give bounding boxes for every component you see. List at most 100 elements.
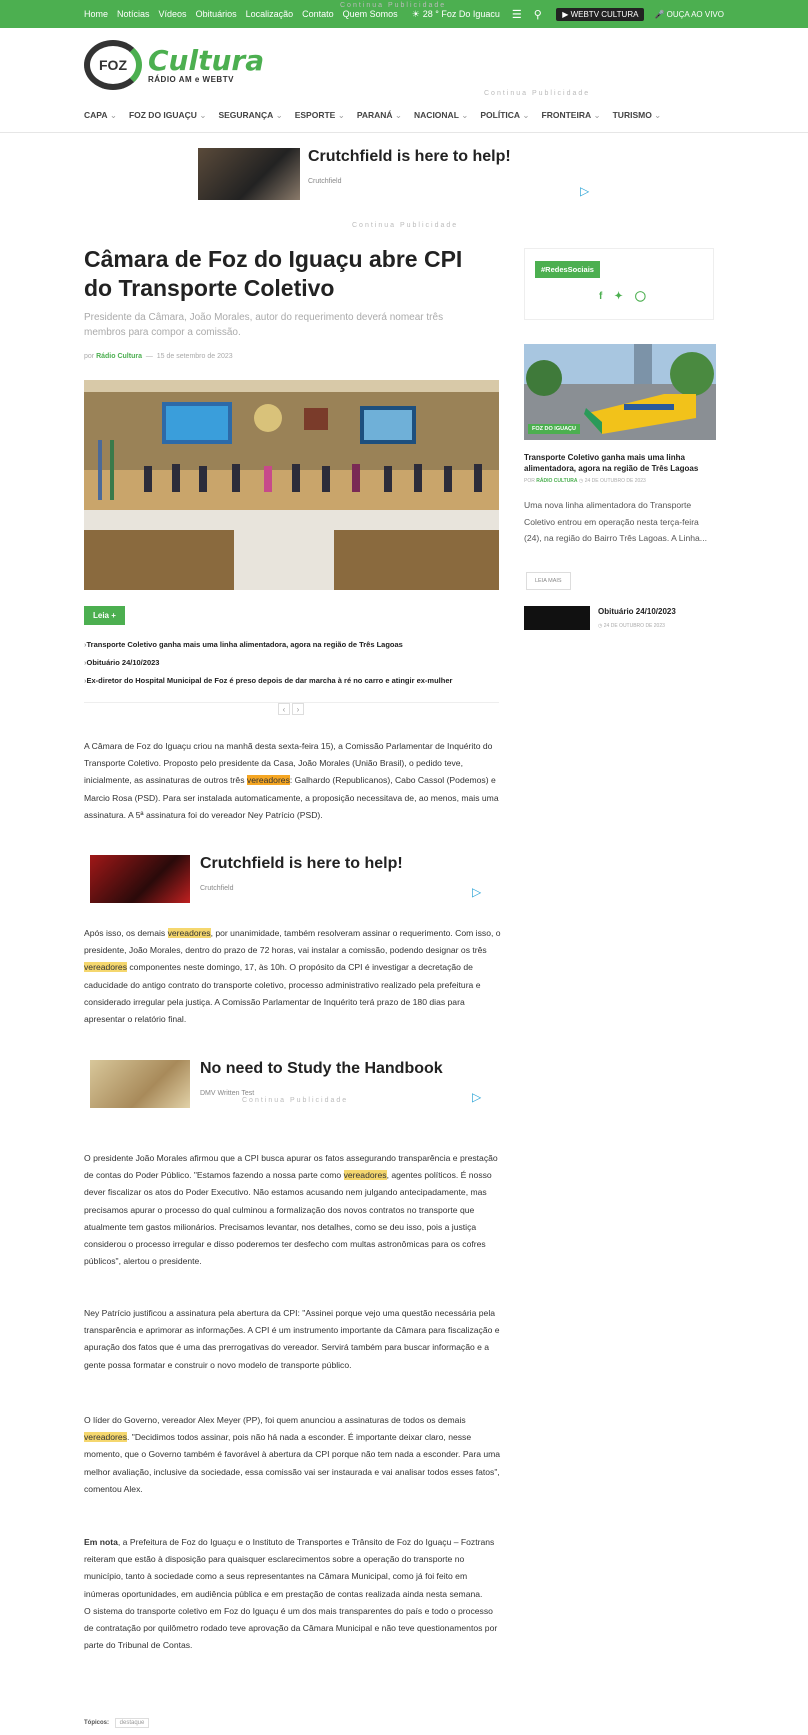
nav-nacional[interactable]: NACIONAL [414, 110, 468, 121]
article-title: Câmara de Foz do Iguaçu abre CPI do Tran… [84, 246, 463, 301]
clock-icon: ◷ [598, 623, 603, 629]
related-link[interactable]: Transporte Coletivo ganha mais uma linha… [84, 636, 452, 654]
top-nav-contato[interactable]: Contato [302, 9, 334, 19]
topics: Tópicos: destaque [84, 1718, 150, 1728]
leia-mais-tab[interactable]: Leia + [84, 606, 125, 625]
instagram-icon[interactable]: ◯ [635, 291, 646, 302]
related-pager: ‹ › [278, 703, 304, 715]
byline: por Rádio Cultura — 15 de setembro de 20… [84, 353, 233, 360]
listen-live-label: OUÇA AO VIVO [666, 9, 724, 19]
related-links: Transporte Coletivo ganha mais uma linha… [84, 636, 453, 690]
obituary-date-text: 24 DE OUTUBRO DE 2023 [603, 623, 665, 629]
paragraph-text: . "Decidimos todos assinar, pois não há … [84, 1432, 501, 1494]
keyword-highlight[interactable]: vereadores [84, 962, 127, 973]
paragraph: Após isso, os demais vereadores, por una… [84, 925, 502, 1028]
byline-prefix: por [84, 353, 95, 360]
paragraph-text: , a Prefeitura de Foz do Iguaçu e o Inst… [84, 1537, 495, 1599]
article-subtitle: Presidente da Câmara, João Morales, auto… [84, 312, 444, 338]
top-nav-quem-somos[interactable]: Quem Somos [343, 9, 398, 19]
webtv-label: WEBTV CULTURA [570, 9, 639, 19]
related-link[interactable]: Obituário 24/10/2023 [84, 654, 452, 672]
ad-label: Continua Publicidade [242, 1097, 349, 1104]
sidebar-meta: POR RÁDIO CULTURA ◷ 24 DE OUTUBRO DE 202… [524, 478, 646, 484]
top-nav-videos[interactable]: Vídeos [159, 9, 187, 19]
ad-source: Crutchfield [308, 178, 342, 185]
microphone-icon: 🎤 [654, 9, 665, 19]
main-nav: CAPA FOZ DO IGUAÇU SEGURANÇA ESPORTE PAR… [84, 110, 661, 121]
sidebar-headline[interactable]: Transporte Coletivo ganha mais uma linha… [524, 452, 716, 474]
paragraph-text: componentes neste domingo, 17, às 10h. O… [84, 962, 481, 1025]
sidebar-excerpt: Uma nova linha alimentadora do Transport… [524, 500, 707, 543]
ad-play-icon[interactable]: ▷ [472, 885, 481, 899]
category-badge[interactable]: FOZ DO IGUAÇU [528, 424, 580, 434]
keyword-highlight[interactable]: vereadores [246, 775, 290, 786]
top-nav-localizacao[interactable]: Localização [246, 9, 294, 19]
topic-tag[interactable]: destaque [114, 1718, 150, 1728]
ad-label: Continua Publicidade [340, 2, 447, 9]
webtv-button[interactable]: ▶ WEBTV CULTURA [556, 7, 645, 21]
obituary-title[interactable]: Obituário 24/10/2023 [598, 607, 676, 616]
facebook-icon[interactable]: f [599, 291, 602, 302]
listen-live-button[interactable]: 🎤 OUÇA AO VIVO [654, 10, 724, 19]
ad-banner[interactable]: Crutchfield is here to help! Crutchfield… [198, 148, 598, 200]
topics-label: Tópicos: [84, 1720, 109, 1726]
twitter-icon[interactable]: ✦ [614, 291, 622, 302]
paragraph-text: O sistema do transporte coletivo em Foz … [84, 1605, 498, 1651]
article-hero-image [84, 380, 499, 590]
nav-parana[interactable]: PARANÁ [357, 110, 402, 121]
nav-divider [0, 132, 808, 133]
keyword-highlight[interactable]: vereadores [84, 1432, 127, 1443]
logo-mark: FOZ [84, 40, 142, 90]
social-icons: f ✦ ◯ [599, 291, 646, 302]
clock-icon: ◷ [578, 478, 584, 484]
weather-text: 28 ° Foz Do Iguacu [422, 9, 500, 19]
ad-play-icon[interactable]: ▷ [472, 1090, 481, 1104]
search-icon[interactable]: ⚲ [534, 8, 542, 21]
ad-play-icon[interactable]: ▷ [580, 184, 589, 198]
paragraph-text: Após isso, os demais [84, 928, 166, 938]
social-card: #RedesSociais f ✦ ◯ [524, 248, 714, 320]
paragraph-text: O líder do Governo, vereador Alex Meyer … [84, 1415, 466, 1425]
meta-author[interactable]: RÁDIO CULTURA [536, 478, 577, 484]
meta-date: 24 DE OUTUBRO DE 2023 [584, 478, 646, 484]
top-nav-obituarios[interactable]: Obituários [196, 9, 237, 19]
ad-label: Continua Publicidade [484, 90, 591, 97]
related-link[interactable]: Ex-diretor do Hospital Municipal de Foz … [84, 672, 453, 690]
read-more-button[interactable]: LEIA MAIS [526, 572, 571, 590]
nav-seguranca[interactable]: SEGURANÇA [218, 110, 282, 121]
article-date: 15 de setembro de 2023 [156, 353, 233, 360]
next-icon[interactable]: › [292, 703, 304, 715]
prev-icon[interactable]: ‹ [278, 703, 290, 715]
ad-image [198, 148, 300, 200]
top-nav-noticias[interactable]: Notícias [117, 9, 150, 19]
top-nav: Home Notícias Vídeos Obituários Localiza… [84, 9, 398, 19]
ad-title: Crutchfield is here to help! [200, 855, 403, 872]
ad-image [90, 855, 190, 903]
ad-title: Crutchfield is here to help! [308, 148, 511, 165]
nav-foz-do-iguacu[interactable]: FOZ DO IGUAÇU [129, 110, 206, 121]
council-chamber-photo [84, 380, 499, 590]
nav-turismo[interactable]: TURISMO [613, 110, 662, 121]
paragraph-bold: Em nota [84, 1537, 118, 1547]
paragraph: A Câmara de Foz do Iguaçu criou na manhã… [84, 738, 502, 824]
nav-fronteira[interactable]: FRONTEIRA [542, 110, 601, 121]
ad-image [90, 1060, 190, 1108]
ad-title: No need to Study the Handbook [200, 1060, 443, 1077]
nav-politica[interactable]: POLÍTICA [480, 110, 529, 121]
author-link[interactable]: Rádio Cultura [96, 353, 142, 360]
ad-source: DMV Written Test [200, 1090, 255, 1097]
top-nav-home[interactable]: Home [84, 9, 108, 19]
ad-label: Continua Publicidade [352, 222, 459, 229]
keyword-highlight[interactable]: vereadores [343, 1170, 387, 1181]
site-logo[interactable]: FOZ Cultura RÁDIO AM e WEBTV [84, 40, 264, 90]
obituary-thumbnail[interactable] [524, 606, 590, 630]
nav-capa[interactable]: CAPA [84, 110, 117, 121]
menu-icon[interactable]: ☰ [512, 8, 522, 21]
logo-brand: Cultura [148, 43, 265, 77]
keyword-highlight[interactable]: vereadores [167, 928, 211, 938]
ad-banner[interactable]: Crutchfield is here to help! Crutchfield… [90, 855, 490, 903]
nav-esporte[interactable]: ESPORTE [295, 110, 345, 121]
social-tag: #RedesSociais [535, 261, 600, 278]
obituary-date: ◷ 24 DE OUTUBRO DE 2023 [598, 623, 665, 629]
weather-icon: ☀ [411, 8, 420, 19]
